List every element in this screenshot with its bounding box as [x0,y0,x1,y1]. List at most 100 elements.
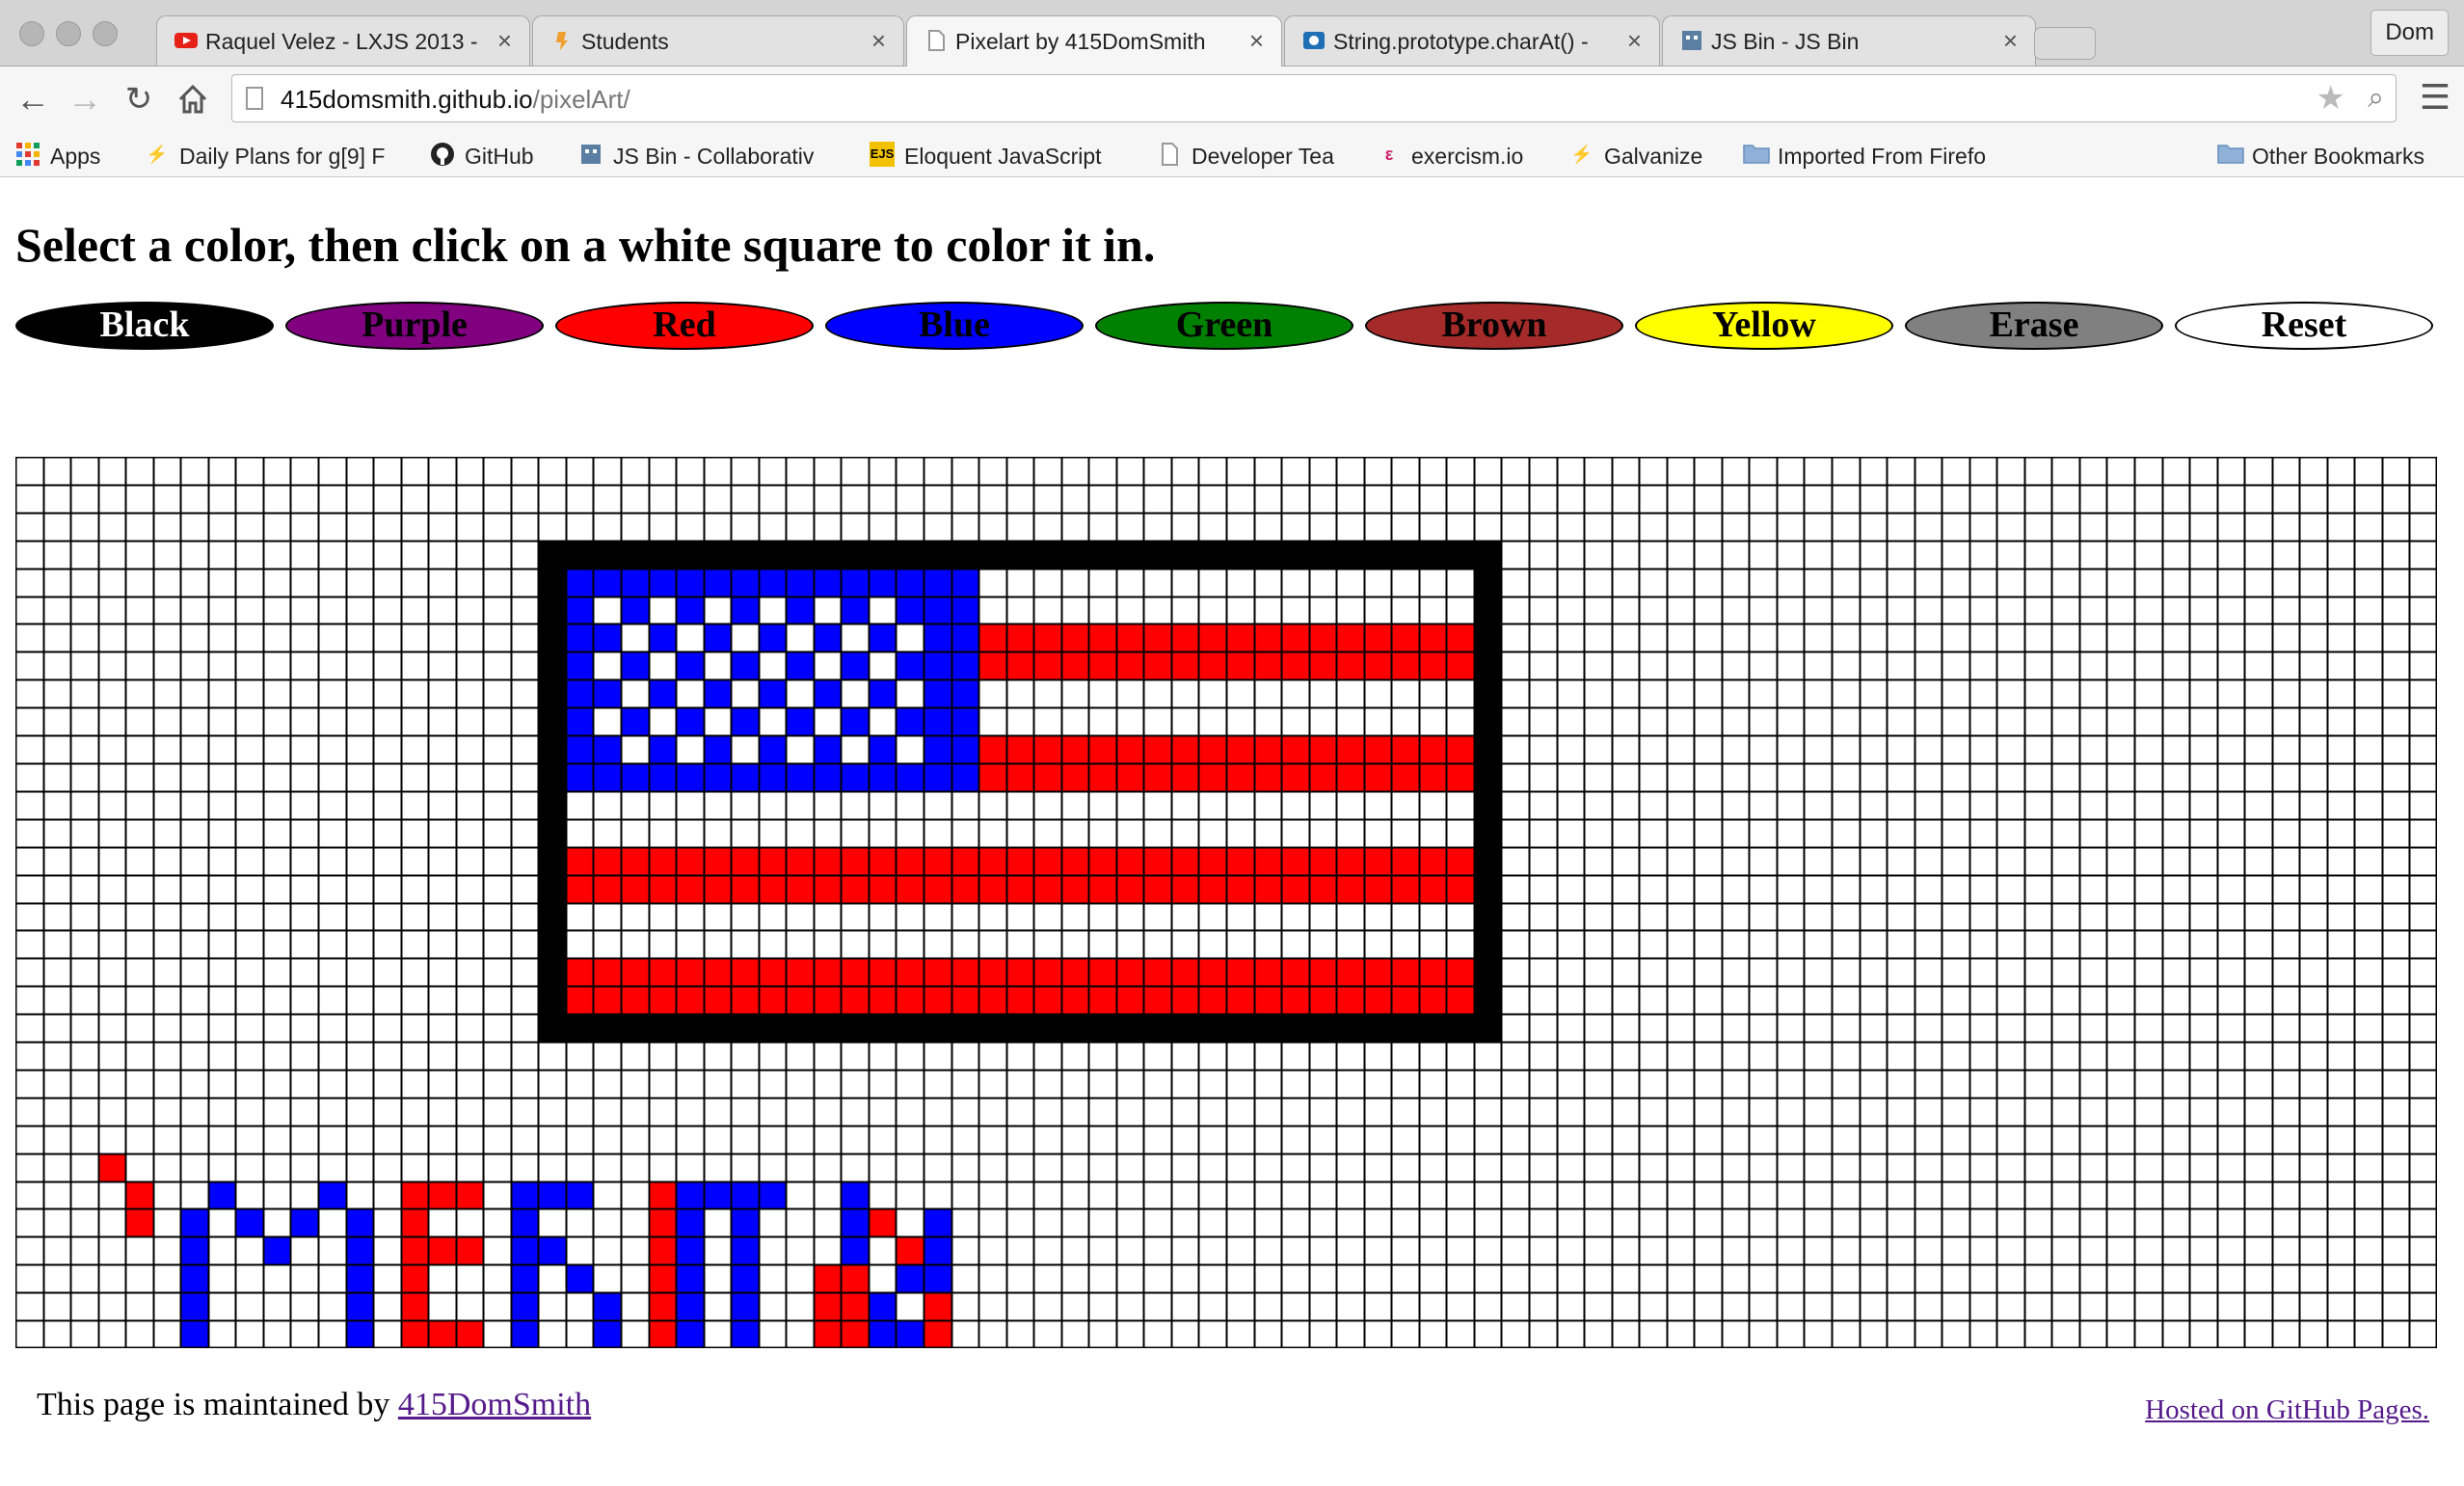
pixel-cell[interactable] [400,1236,429,1265]
pixel-cell[interactable] [896,1264,924,1293]
pixel-cell[interactable] [703,1014,732,1043]
pixel-cell[interactable] [924,874,952,903]
hosted-on-github-link[interactable]: Hosted on GitHub Pages. [2145,1393,2429,1426]
pixel-cell[interactable] [1391,651,1420,680]
back-arrow-icon[interactable]: ← [13,80,52,119]
pixel-cell[interactable] [1281,540,1310,570]
pixel-cell[interactable] [1473,1014,1502,1043]
pixel-cell[interactable] [1363,846,1392,876]
pixel-cell[interactable] [1226,624,1255,652]
pixel-cell[interactable] [1446,986,1475,1015]
pixel-cell[interactable] [731,1014,760,1043]
pixel-cell[interactable] [1336,624,1365,652]
pixel-cell[interactable] [1473,735,1502,764]
pixel-cell[interactable] [1446,846,1475,876]
pixel-cell[interactable] [1198,762,1227,792]
pixel-cell[interactable] [1446,762,1475,792]
pixel-cell[interactable] [731,1320,760,1348]
pixel-cell[interactable] [731,874,760,903]
pixel-cell[interactable] [868,958,897,987]
pixel-cell[interactable] [868,1208,897,1237]
pixel-cell[interactable] [676,762,705,792]
window-zoom-button[interactable] [93,21,118,46]
pixel-cell[interactable] [1308,958,1337,987]
pixel-cell[interactable] [1418,874,1447,903]
pixel-cell[interactable] [1446,540,1475,570]
pixel-cell[interactable] [951,762,979,792]
pixel-cell[interactable] [786,958,815,987]
pixel-cell[interactable] [648,986,677,1015]
pixel-cell[interactable] [621,651,650,680]
pixel-cell[interactable] [1143,624,1172,652]
pixel-cell[interactable] [896,1236,924,1265]
pixel-cell[interactable] [676,651,705,680]
pixel-cell[interactable] [1060,624,1089,652]
pixel-cell[interactable] [648,1292,677,1321]
pixel-cell[interactable] [1088,762,1117,792]
pixel-cell[interactable] [1391,846,1420,876]
pixel-cell[interactable] [565,1181,594,1209]
pixel-cell[interactable] [1418,540,1447,570]
pixel-cell[interactable] [813,762,842,792]
pixel-cell[interactable] [868,735,897,764]
pixel-cell[interactable] [813,1264,842,1293]
pixel-cell[interactable] [1226,1014,1255,1043]
pixel-cell[interactable] [841,596,870,624]
pixel-cell[interactable] [1115,846,1144,876]
pixel-cell[interactable] [978,846,1007,876]
pixel-cell[interactable] [1473,596,1502,624]
pixel-cell[interactable] [1253,874,1282,903]
pixel-cell[interactable] [1170,986,1199,1015]
bookmark-developer-tea[interactable]: Developer Tea [1157,139,1334,170]
pixel-cell[interactable] [510,1320,539,1348]
pixel-cell[interactable] [455,1181,484,1209]
maintainer-link[interactable]: 415DomSmith [398,1387,591,1422]
pixel-cell[interactable] [841,679,870,708]
pixel-cell[interactable] [758,846,787,876]
pixel-cell[interactable] [951,958,979,987]
pixel-cell[interactable] [924,986,952,1015]
red-color-button[interactable]: Red [555,302,814,350]
pixel-cell[interactable] [648,707,677,736]
tab-close-icon[interactable]: × [1627,26,1642,55]
pixel-cell[interactable] [1005,762,1034,792]
pixel-cell[interactable] [345,1264,374,1293]
pixel-cell[interactable] [1308,986,1337,1015]
pixel-cell[interactable] [731,596,760,624]
pixel-cell[interactable] [676,958,705,987]
pixel-cell[interactable] [621,596,650,624]
pixel-cell[interactable] [841,651,870,680]
yellow-color-button[interactable]: Yellow [1635,302,1893,350]
bookmark-github[interactable]: GitHub [430,139,534,170]
pixel-cell[interactable] [1446,651,1475,680]
pixel-cell[interactable] [1336,958,1365,987]
pixel-cell[interactable] [731,707,760,736]
pixel-cell[interactable] [978,735,1007,764]
pixel-cell[interactable] [703,624,732,652]
pixel-cell[interactable] [1033,874,1062,903]
pixel-cell[interactable] [621,1014,650,1043]
pixel-cell[interactable] [868,679,897,708]
pixel-cell[interactable] [1473,902,1502,931]
pixel-cell[interactable] [1170,1014,1199,1043]
pixel-cell[interactable] [951,651,979,680]
pixel-cell[interactable] [621,540,650,570]
pixel-cell[interactable] [1281,1014,1310,1043]
pixel-cell[interactable] [924,679,952,708]
pixel-cell[interactable] [924,762,952,792]
pixel-cell[interactable] [813,624,842,652]
pixel-cell[interactable] [868,596,897,624]
pixel-cell[interactable] [896,540,924,570]
pixel-cell[interactable] [538,679,567,708]
pixel-cell[interactable] [455,1236,484,1265]
tab-close-icon[interactable]: × [871,26,886,55]
pixel-cell[interactable] [593,540,622,570]
pixel-cell[interactable] [1363,1014,1392,1043]
pixel-cell[interactable] [1143,651,1172,680]
pixel-cell[interactable] [1391,958,1420,987]
pixel-cell[interactable] [841,986,870,1015]
pixel-cell[interactable] [676,986,705,1015]
bookmark-star-icon[interactable]: ★ [2317,81,2345,116]
pixel-cell[interactable] [1473,818,1502,848]
pixel-cell[interactable] [565,735,594,764]
